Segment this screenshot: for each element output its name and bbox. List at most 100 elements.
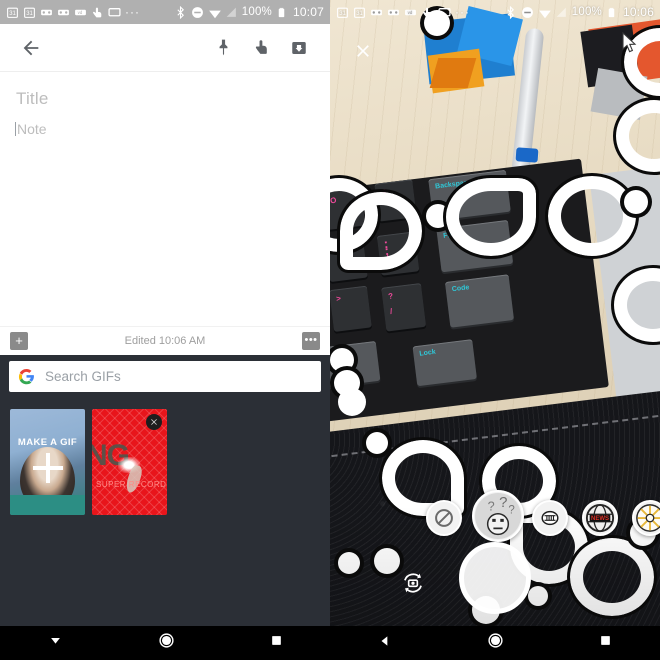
plus-icon (32, 453, 63, 484)
svg-text:31: 31 (356, 11, 363, 17)
svg-text:?: ? (508, 505, 514, 517)
bluetooth-icon (174, 5, 187, 19)
keycap-legend: / (389, 306, 393, 316)
battery-percent-label: 100% (571, 6, 602, 18)
status-bar-right: 31 31 vd ··· 100% 10:06 (330, 0, 660, 24)
voicemail-icon (40, 6, 53, 19)
signal-off-icon (555, 6, 568, 19)
close-camera-button[interactable] (350, 38, 376, 64)
svg-text:31: 31 (9, 11, 16, 17)
reminder-button[interactable] (242, 29, 280, 67)
my-gif-tile[interactable]: NG SUPER RECORD (92, 409, 167, 515)
keycap-legend: ? (387, 291, 394, 302)
gif-search-input[interactable]: Search GIFs (45, 369, 121, 384)
dual-screenshot: 31 31 vd ··· 100% 10:07 Title Note + Edi… (0, 0, 660, 660)
effect-teeth[interactable] (532, 500, 568, 536)
do-not-disturb-icon (521, 6, 534, 19)
right-panel-ar-camera: O P Backspace L :; Fn < > ?/ Code Shift … (330, 0, 660, 660)
status-bar-system-icons: 100% 10:07 (174, 5, 324, 19)
gif-search-bar[interactable]: Search GIFs (9, 361, 321, 392)
keycap-legend: > (335, 293, 342, 304)
chat-icon (108, 6, 121, 19)
battery-icon (276, 6, 289, 19)
note-body-placeholder: Note (17, 121, 47, 137)
effect-no-effect[interactable] (426, 500, 462, 536)
vpn-icon: vd (74, 6, 87, 19)
note-edit-area[interactable]: Title Note (0, 73, 330, 326)
ar-blob-sticker (374, 548, 400, 574)
ar-camera-viewfinder[interactable]: O P Backspace L :; Fn < > ?/ Code Shift … (330, 0, 660, 660)
calendar-icon: 31 (6, 6, 19, 19)
make-a-gif-tile[interactable]: MAKE A GIF (10, 409, 85, 515)
note-toolbar (0, 24, 330, 72)
ar-squiggle-sticker (567, 535, 657, 619)
effect-news-globe[interactable]: NEWS (582, 500, 618, 536)
status-bar-clock: 10:07 (292, 5, 324, 19)
home-button[interactable] (158, 632, 175, 654)
keycap-code: Code (444, 274, 515, 328)
back-button[interactable] (12, 29, 50, 67)
ar-blob-sticker (330, 348, 354, 372)
ar-squiggle-sticker (443, 175, 539, 259)
touch-icon (421, 6, 434, 19)
calendar-icon: 31 (336, 6, 349, 19)
effect-compass[interactable] (632, 500, 660, 536)
system-nav-bar-left (0, 626, 330, 660)
keycap-gt: > (330, 285, 372, 332)
svg-text:NEWS: NEWS (591, 516, 609, 522)
google-g-icon (18, 368, 35, 385)
note-footer: + Edited 10:06 AM ••• (0, 326, 330, 354)
calendar-icon: 31 (23, 6, 36, 19)
voicemail-icon (57, 6, 70, 19)
ar-effects-carousel[interactable]: ? ? ? NEWS (330, 488, 660, 542)
recents-button[interactable] (270, 634, 283, 652)
delete-gif-button[interactable] (146, 414, 162, 430)
archive-button[interactable] (280, 29, 318, 67)
chat-icon (438, 6, 451, 19)
bluetooth-icon (504, 5, 517, 19)
ar-blob-sticker (338, 552, 360, 574)
battery-icon (606, 6, 619, 19)
my-gif-sub-label: SUPER RECORD (96, 480, 167, 489)
pin-button[interactable] (204, 29, 242, 67)
note-body-input[interactable]: Note (15, 121, 314, 137)
hide-keyboard-button[interactable] (48, 633, 63, 653)
keep-note-screen: 31 31 vd ··· 100% 10:07 Title Note + Edi… (0, 0, 330, 660)
status-bar-clock: 10:06 (622, 5, 654, 19)
back-button[interactable] (378, 634, 392, 653)
voicemail-icon (370, 6, 383, 19)
voicemail-icon (387, 6, 400, 19)
keycap-lock: Lock (412, 339, 477, 387)
home-button[interactable] (487, 632, 504, 654)
ar-blob-sticker (338, 388, 366, 416)
keycap-legend: Code (451, 284, 470, 294)
system-nav-bar-right (330, 626, 660, 660)
note-title-input[interactable]: Title (16, 89, 314, 109)
signal-off-icon (225, 6, 238, 19)
overflow-dots-icon: ··· (455, 5, 470, 19)
flip-camera-button[interactable] (400, 570, 426, 596)
svg-text:?: ? (499, 494, 507, 511)
gif-keyboard-panel: Search GIFs MAKE A GIF NG SUPER RECORD (0, 355, 330, 626)
text-caret (15, 122, 16, 136)
make-a-gif-label: MAKE A GIF (17, 437, 78, 448)
keycap-slash: ? / (381, 283, 427, 332)
status-bar-system-icons: 100% 10:06 (504, 5, 654, 19)
shutter-button[interactable] (459, 542, 531, 614)
add-attachment-button[interactable]: + (10, 331, 28, 350)
gif-preview-shirt (10, 495, 85, 515)
recents-button[interactable] (599, 634, 612, 652)
ar-blob-sticker (624, 190, 648, 214)
status-bar-notification-icons: 31 31 vd ··· (336, 6, 504, 19)
touch-icon (91, 6, 104, 19)
gif-thumbnail-grid: MAKE A GIF NG SUPER RECORD (10, 409, 167, 515)
ar-squiggle-sticker (337, 189, 425, 273)
keycap-legend: Lock (419, 348, 437, 358)
effect-confused-face[interactable]: ? ? ? (472, 490, 524, 542)
more-options-button[interactable]: ••• (302, 331, 320, 350)
svg-text:31: 31 (339, 11, 346, 17)
ar-blob-sticker (528, 586, 548, 606)
svg-text:vd: vd (78, 10, 83, 15)
svg-text:vd: vd (408, 10, 413, 15)
svg-text:31: 31 (26, 11, 33, 17)
